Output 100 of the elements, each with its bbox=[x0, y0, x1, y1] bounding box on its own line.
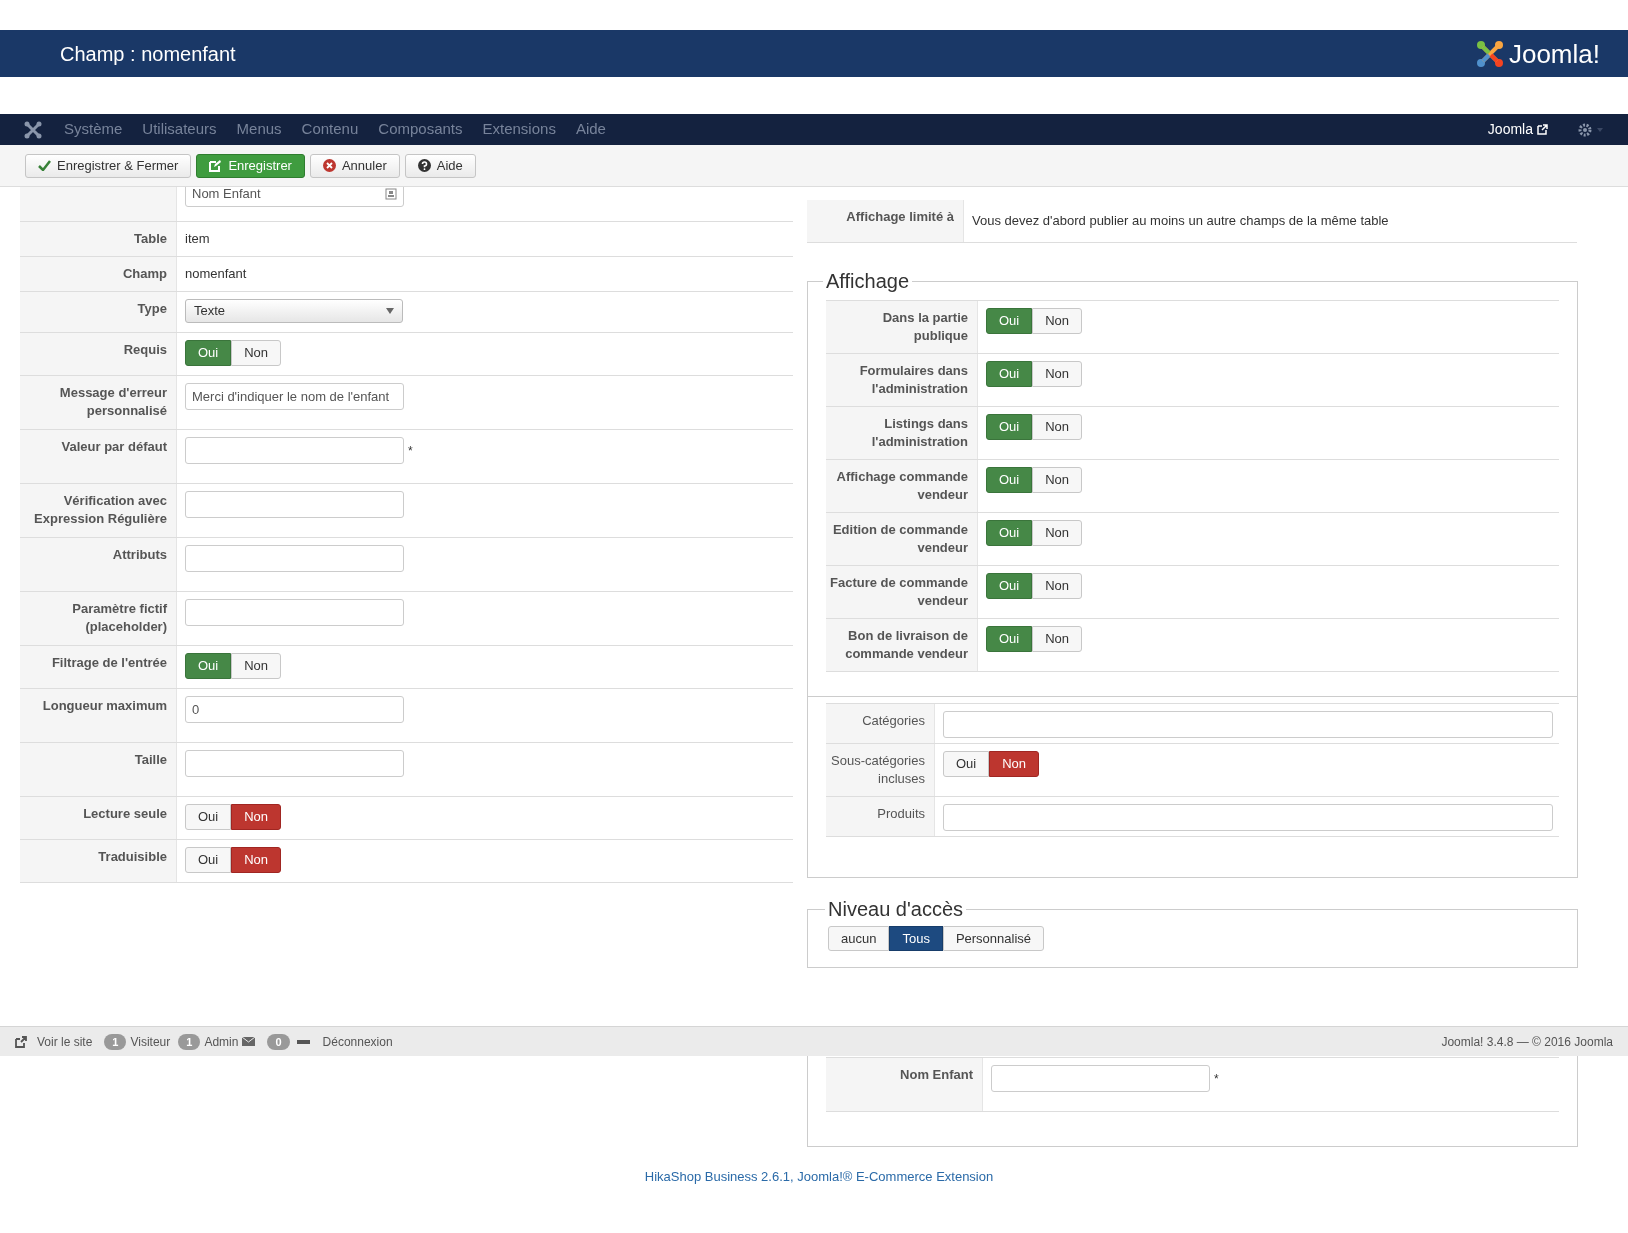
site-link[interactable]: Joomla bbox=[1487, 119, 1548, 140]
caret-icon bbox=[386, 308, 394, 314]
field-label: Paramètre fictif (placeholder) bbox=[71, 600, 167, 636]
nav-menu-item[interactable]: Menus bbox=[236, 118, 282, 141]
admins-label: Admin bbox=[204, 1033, 239, 1051]
field-label: Type bbox=[137, 300, 167, 318]
field-label: Facture de commande vendeur bbox=[829, 574, 968, 610]
text-field[interactable] bbox=[185, 437, 404, 464]
checkmark-icon bbox=[38, 160, 51, 171]
field-label: Nom Enfant bbox=[900, 1066, 973, 1084]
toggle-option[interactable]: Oui bbox=[986, 520, 1033, 546]
access-option[interactable]: Tous bbox=[889, 926, 943, 951]
text-field[interactable]: 0 bbox=[185, 696, 404, 723]
type-dropdown[interactable]: Texte bbox=[185, 299, 403, 323]
toggle-option[interactable]: Oui bbox=[185, 653, 232, 679]
toggle-option[interactable]: Non bbox=[231, 653, 282, 679]
field-label: Filtrage de l'entrée bbox=[51, 654, 167, 672]
access-option[interactable]: Personnalisé bbox=[942, 926, 1045, 951]
nav-menu-item[interactable]: Aide bbox=[575, 118, 606, 141]
field-label: Valeur par défaut bbox=[61, 438, 167, 456]
required-mark: * bbox=[1214, 1070, 1219, 1088]
field-label: Affichage commande vendeur bbox=[835, 468, 968, 504]
toggle-option[interactable]: Oui bbox=[986, 361, 1033, 387]
field-label: Affichage limité à bbox=[846, 208, 954, 226]
toggle-option[interactable]: Non bbox=[1032, 361, 1083, 387]
logout-link[interactable]: Déconnexion bbox=[322, 1032, 393, 1051]
nav-menu-item[interactable]: Extensions bbox=[482, 118, 556, 141]
toggle-option[interactable]: Non bbox=[1032, 573, 1083, 599]
text-field[interactable] bbox=[185, 491, 404, 518]
toggle-option[interactable]: Oui bbox=[943, 751, 990, 777]
field-value: nomenfant bbox=[185, 265, 247, 284]
toggle-option[interactable]: Oui bbox=[185, 847, 232, 873]
toggle-option[interactable]: Oui bbox=[986, 626, 1033, 652]
nav-menu-item[interactable]: Composants bbox=[378, 118, 463, 141]
toggle-option[interactable]: Non bbox=[1032, 520, 1083, 546]
logo-icon bbox=[1474, 38, 1505, 69]
toggle-option[interactable]: Oui bbox=[185, 340, 232, 366]
toggle-option[interactable]: Oui bbox=[986, 467, 1033, 493]
count-badge: 0 bbox=[267, 1033, 290, 1050]
logo-text: Joomla! bbox=[1508, 40, 1600, 67]
contact-card-icon bbox=[385, 187, 397, 200]
field-label: Champ bbox=[122, 265, 167, 283]
edit-icon bbox=[209, 159, 223, 172]
field-label: Sous-catégories incluses bbox=[830, 752, 925, 788]
field-label: Edition de commande vendeur bbox=[831, 521, 968, 557]
cancel-icon bbox=[322, 159, 336, 172]
text-field[interactable] bbox=[185, 545, 404, 572]
toggle-option[interactable]: Non bbox=[231, 804, 282, 830]
field-label: Requis bbox=[123, 341, 167, 359]
field-label: Produits bbox=[877, 805, 925, 823]
field-label: Longueur maximum bbox=[42, 697, 167, 715]
view-site-link[interactable]: Voir le site bbox=[37, 1032, 93, 1051]
envelope-icon[interactable] bbox=[242, 1037, 256, 1046]
access-option[interactable]: aucun bbox=[828, 926, 890, 951]
toggle-option[interactable]: Non bbox=[1032, 414, 1083, 440]
field-label: Message d'erreur personnalisé bbox=[58, 384, 167, 420]
field-label: Traduisible bbox=[98, 848, 167, 866]
nav-menu-item[interactable]: Utilisateurs bbox=[142, 118, 217, 141]
toolbar-button[interactable]: Annuler bbox=[309, 153, 400, 178]
field-label: Bon de livraison de commande vendeur bbox=[844, 627, 968, 663]
minus-icon bbox=[296, 1039, 310, 1044]
toggle-option[interactable]: Non bbox=[989, 751, 1040, 777]
toggle-option[interactable]: Non bbox=[231, 340, 282, 366]
text-field[interactable] bbox=[185, 599, 404, 626]
toggle-option[interactable]: Oui bbox=[185, 804, 232, 830]
visitors-label: Visiteur bbox=[130, 1033, 171, 1051]
text-field[interactable] bbox=[943, 804, 1553, 831]
nav-menu-item[interactable]: Contenu bbox=[301, 118, 359, 141]
count-badge: 1 bbox=[178, 1033, 201, 1050]
field-value: Vous devez d'abord publier au moins un autre champs de la même table bbox=[972, 212, 1389, 231]
settings-icon[interactable] bbox=[1578, 122, 1604, 137]
toggle-option[interactable]: Non bbox=[1032, 626, 1083, 652]
text-field[interactable] bbox=[991, 1065, 1210, 1092]
toggle-option[interactable]: Non bbox=[1032, 467, 1083, 493]
required-mark: * bbox=[408, 442, 413, 460]
version-text: Joomla! 3.4.8 — © 2016 Joomla bbox=[1441, 1033, 1613, 1051]
text-field[interactable] bbox=[943, 711, 1553, 738]
count-badge: 1 bbox=[104, 1033, 127, 1050]
text-field[interactable] bbox=[185, 750, 404, 777]
field-label: Lecture seule bbox=[83, 805, 167, 823]
toolbar-button[interactable]: Enregistrer & Fermer bbox=[25, 153, 192, 178]
field-value: item bbox=[185, 230, 210, 249]
footer-link[interactable]: HikaShop Business 2.6.1, Joomla!® E-Commerce Extension bbox=[644, 1167, 994, 1187]
field-label: Table bbox=[134, 230, 167, 248]
external-link-icon bbox=[15, 1035, 27, 1048]
toggle-option[interactable]: Non bbox=[231, 847, 282, 873]
toggle-option[interactable]: Oui bbox=[986, 308, 1033, 334]
fieldset-legend: Affichage bbox=[823, 266, 913, 296]
toggle-option[interactable]: Oui bbox=[986, 414, 1033, 440]
toggle-option[interactable]: Oui bbox=[986, 573, 1033, 599]
toolbar-button[interactable]: Aide bbox=[404, 153, 476, 178]
text-field[interactable]: Nom Enfant bbox=[185, 187, 404, 207]
fieldset-legend: Niveau d'accès bbox=[825, 894, 966, 924]
toggle-option[interactable]: Non bbox=[1032, 308, 1083, 334]
joomla-menu-icon[interactable] bbox=[24, 120, 42, 139]
help-icon bbox=[417, 159, 431, 172]
nav-menu-item[interactable]: Système bbox=[64, 118, 123, 141]
page-title: Champ : nomenfant bbox=[60, 41, 236, 67]
field-label: Dans la partie publique bbox=[881, 309, 968, 345]
text-field[interactable]: Merci d'indiquer le nom de l'enfant bbox=[185, 383, 404, 410]
